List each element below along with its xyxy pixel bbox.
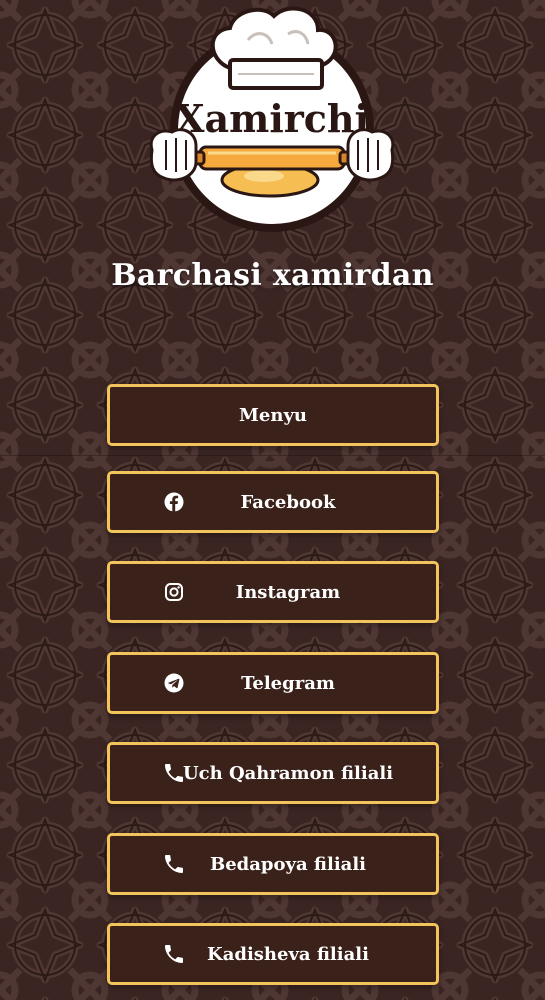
uch-qahramon-branch-label: Uch Qahramon filiali: [182, 762, 394, 784]
logo-brand-text: Xamirchi: [175, 96, 369, 141]
background-divider: [0, 455, 545, 456]
facebook-link-button[interactable]: Facebook: [107, 471, 439, 533]
bedapoya-branch-label: Bedapoya filiali: [210, 853, 366, 875]
facebook-link-label: Facebook: [240, 491, 336, 513]
menu-link-button[interactable]: Menyu: [107, 384, 439, 446]
telegram-link-button[interactable]: Telegram: [107, 652, 439, 714]
telegram-link-label: Telegram: [241, 672, 335, 694]
menu-link-label: Menyu: [238, 404, 307, 426]
kadisheva-branch-label: Kadisheva filiali: [207, 943, 369, 965]
uch-qahramon-branch-button[interactable]: Uch Qahramon filiali: [107, 742, 439, 804]
xamirchi-logo: Xamirchi: [149, 6, 395, 232]
instagram-link-label: Instagram: [235, 581, 341, 603]
bedapoya-branch-button[interactable]: Bedapoya filiali: [107, 833, 439, 895]
kadisheva-branch-button[interactable]: Kadisheva filiali: [107, 923, 439, 985]
page-tagline: Barchasi xamirdan: [111, 258, 434, 293]
instagram-link-button[interactable]: Instagram: [107, 561, 439, 623]
